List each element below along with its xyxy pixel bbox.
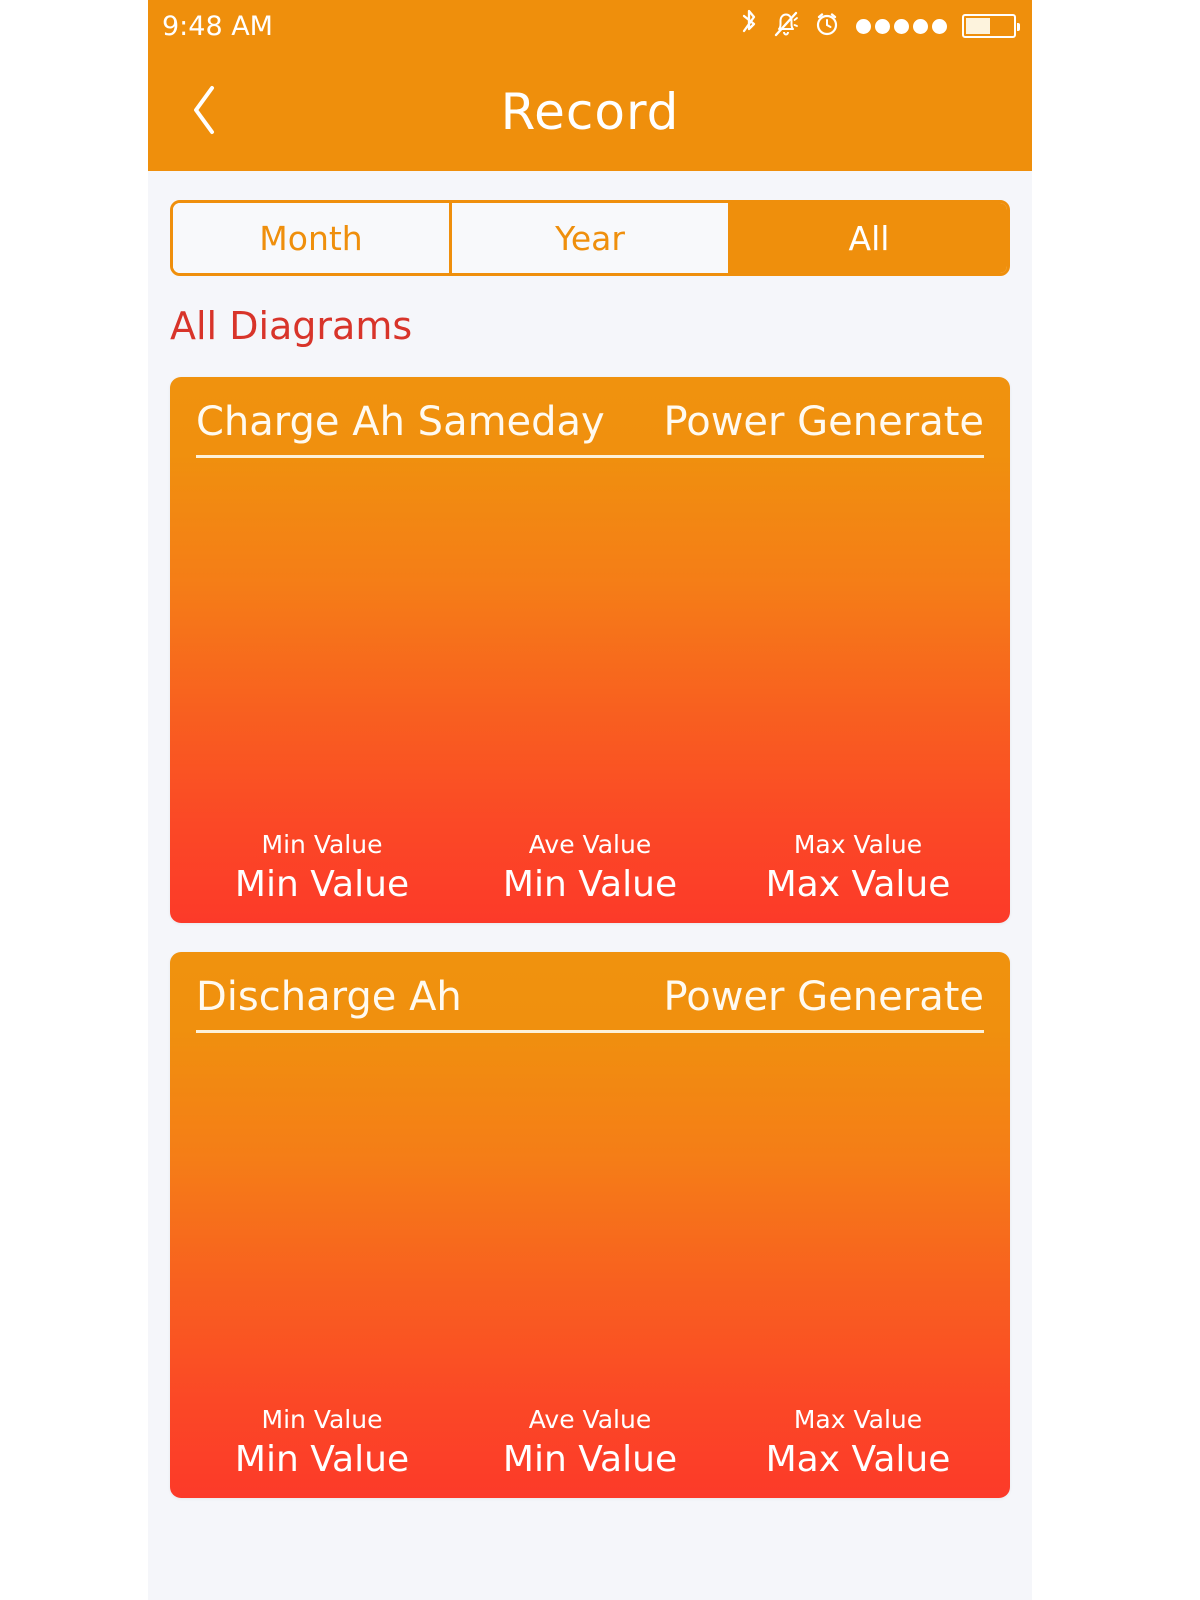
stat-label: Min Value: [261, 830, 383, 860]
segment-month[interactable]: Month: [173, 203, 452, 273]
signal-dots: [856, 18, 947, 34]
content-area: Month Year All All Diagrams Charge Ah Sa…: [148, 200, 1032, 1498]
battery-icon: [962, 14, 1020, 38]
stat-value: Max Value: [765, 1438, 951, 1480]
signal-dot: [894, 18, 909, 34]
alarm-clock-icon: [812, 9, 842, 43]
card-stats-row: Min Value Min Value Ave Value Min Value …: [170, 828, 1010, 923]
signal-dot: [913, 18, 928, 34]
stat-max: Max Value Max Value: [724, 828, 992, 907]
stat-value: Min Value: [502, 1438, 678, 1480]
bell-muted-icon: [771, 9, 801, 43]
battery-cap: [1017, 23, 1020, 31]
stat-max: Max Value Max Value: [724, 1403, 992, 1482]
stat-value: Min Value: [502, 863, 678, 905]
navigation-bar: Record: [148, 52, 1032, 171]
status-icon-group: [738, 9, 1020, 43]
page-title: Record: [500, 82, 680, 141]
stat-ave: Ave Value Min Value: [456, 828, 724, 907]
stat-label: Min Value: [261, 1405, 383, 1435]
bluetooth-icon: [738, 9, 760, 43]
section-title: All Diagrams: [170, 304, 413, 348]
card-header: Charge Ah Sameday Power Generate: [170, 377, 1010, 445]
chart-plot-area: [170, 1033, 1010, 1403]
back-button[interactable]: [164, 52, 244, 171]
status-time: 9:48 AM: [162, 10, 273, 42]
card-stats-row: Min Value Min Value Ave Value Min Value …: [170, 1403, 1010, 1498]
signal-dot: [932, 18, 947, 34]
chevron-left-icon: [187, 80, 221, 144]
stat-ave: Ave Value Min Value: [456, 1403, 724, 1482]
stat-label: Max Value: [793, 1405, 923, 1435]
signal-dot: [875, 18, 890, 34]
status-bar: 9:48 AM: [148, 0, 1032, 52]
stat-value: Min Value: [234, 1438, 410, 1480]
period-segmented-control[interactable]: Month Year All: [170, 200, 1010, 276]
segment-year[interactable]: Year: [452, 203, 731, 273]
stat-min: Min Value Min Value: [188, 1403, 456, 1482]
stat-label: Ave Value: [528, 1405, 652, 1435]
phone-screen: 9:48 AM Record Month Year All All Diagra…: [148, 0, 1032, 1600]
diagram-card-charge-ah-sameday[interactable]: Charge Ah Sameday Power Generate Min Val…: [170, 376, 1010, 923]
stat-value: Min Value: [234, 863, 410, 905]
stat-min: Min Value Min Value: [188, 828, 456, 907]
card-subtitle: Power Generate: [663, 398, 984, 445]
diagram-card-discharge-ah[interactable]: Discharge Ah Power Generate Min Value Mi…: [170, 951, 1010, 1498]
stat-value: Max Value: [765, 863, 951, 905]
segment-all[interactable]: All: [731, 203, 1007, 273]
stat-label: Ave Value: [528, 830, 652, 860]
card-title: Charge Ah Sameday: [196, 398, 605, 445]
battery-fill: [966, 18, 990, 34]
card-header: Discharge Ah Power Generate: [170, 952, 1010, 1020]
card-subtitle: Power Generate: [663, 973, 984, 1020]
card-title: Discharge Ah: [196, 973, 462, 1020]
signal-dot: [856, 18, 871, 34]
stat-label: Max Value: [793, 830, 923, 860]
chart-plot-area: [170, 458, 1010, 828]
